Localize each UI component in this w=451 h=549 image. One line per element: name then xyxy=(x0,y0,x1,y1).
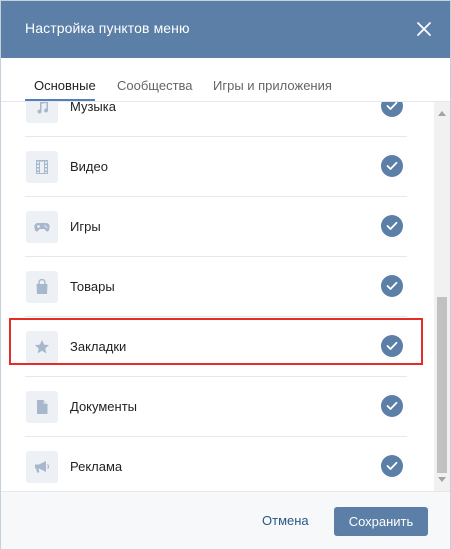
menu-item-games[interactable]: Игры xyxy=(25,197,407,257)
menu-item-documents[interactable]: Документы xyxy=(25,377,407,437)
menu-item-label: Видео xyxy=(70,159,108,174)
megaphone-icon xyxy=(26,451,58,483)
menu-items-list: Музыка Видео Игры Товары Закладки Докуме… xyxy=(1,102,450,491)
tab-communities[interactable]: Сообщества xyxy=(117,78,193,93)
close-icon[interactable] xyxy=(416,21,432,37)
menu-settings-dialog: Настройка пунктов меню Основные Сообщест… xyxy=(0,0,451,549)
scroll-up-arrow-icon[interactable] xyxy=(438,111,446,116)
menu-item-video[interactable]: Видео xyxy=(25,137,407,197)
tab-main[interactable]: Основные xyxy=(34,78,96,93)
dialog-title: Настройка пунктов меню xyxy=(25,20,190,36)
cancel-button[interactable]: Отмена xyxy=(248,507,323,535)
checked-icon[interactable] xyxy=(381,155,403,177)
checked-icon[interactable] xyxy=(381,102,403,117)
menu-item-ads[interactable]: Реклама xyxy=(25,437,407,491)
shopping-bag-icon xyxy=(26,271,58,303)
checked-icon[interactable] xyxy=(381,335,403,357)
save-button[interactable]: Сохранить xyxy=(334,507,428,536)
menu-item-label: Товары xyxy=(70,279,115,294)
menu-item-label: Музыка xyxy=(70,102,116,114)
active-tab-indicator xyxy=(25,99,95,101)
menu-item-bookmarks[interactable]: Закладки xyxy=(25,317,407,377)
checked-icon[interactable] xyxy=(381,455,403,477)
checked-icon[interactable] xyxy=(381,395,403,417)
scroll-down-arrow-icon[interactable] xyxy=(438,477,446,482)
menu-item-label: Документы xyxy=(70,399,138,414)
document-icon xyxy=(26,391,58,423)
menu-item-label: Реклама xyxy=(70,459,123,474)
scroll-thumb[interactable] xyxy=(437,297,447,473)
music-icon xyxy=(26,102,58,123)
video-icon xyxy=(26,151,58,183)
dialog-header: Настройка пунктов меню xyxy=(1,1,450,58)
menu-item-goods[interactable]: Товары xyxy=(25,257,407,317)
tab-bar: Основные Сообщества Игры и приложения xyxy=(1,58,450,102)
tab-games-and-apps[interactable]: Игры и приложения xyxy=(213,78,332,93)
menu-item-label: Закладки xyxy=(70,339,127,354)
menu-item-music[interactable]: Музыка xyxy=(25,102,407,137)
dialog-footer: Отмена Сохранить xyxy=(1,491,450,549)
checked-icon[interactable] xyxy=(381,215,403,237)
gamepad-icon xyxy=(26,211,58,243)
star-icon xyxy=(26,331,58,363)
menu-item-label: Игры xyxy=(70,219,101,234)
scrollbar[interactable] xyxy=(434,102,450,491)
checked-icon[interactable] xyxy=(381,275,403,297)
